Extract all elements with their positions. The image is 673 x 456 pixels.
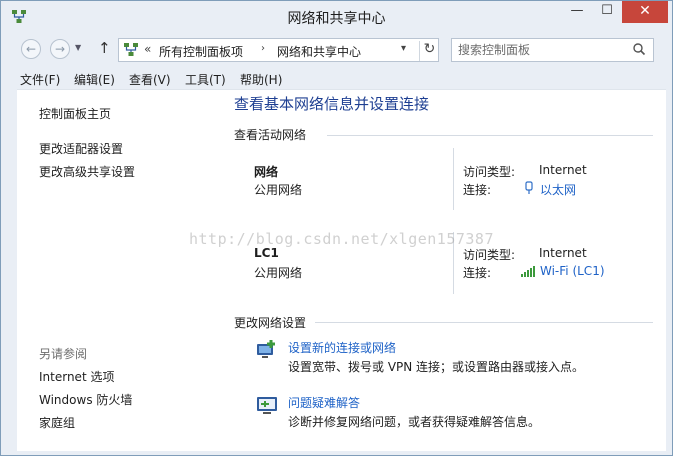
minimize-button[interactable]: — — [562, 1, 592, 23]
menu-bar: 文件(F) 编辑(E) 查看(V) 工具(T) 帮助(H) — [1, 67, 672, 89]
troubleshoot-problems-description: 诊断并修复网络问题，或者获得疑难解答信息。 — [288, 415, 541, 429]
sidebar-item-change-advanced-sharing[interactable]: 更改高级共享设置 — [39, 163, 135, 180]
menu-view[interactable]: 查看(V) — [129, 71, 171, 88]
close-button[interactable]: ✕ — [622, 1, 668, 23]
recent-pages-dropdown-icon[interactable]: ▼ — [75, 43, 81, 52]
section-divider — [327, 135, 653, 136]
up-button[interactable]: ↑ — [98, 39, 111, 57]
network-divider — [453, 148, 454, 210]
breadcrumb-all-control-panel-items[interactable]: 所有控制面板项 — [159, 43, 243, 60]
sidebar-item-windows-firewall[interactable]: Windows 防火墙 — [39, 391, 132, 408]
menu-edit[interactable]: 编辑(E) — [74, 71, 115, 88]
forward-button[interactable]: → — [50, 39, 70, 59]
connections-label: 连接: — [463, 183, 492, 197]
address-box[interactable]: « 所有控制面板项 › 网络和共享中心 ▾ ↻ — [118, 38, 439, 62]
wifi-signal-icon — [521, 266, 535, 277]
network-name: LC1 — [254, 246, 279, 260]
breadcrumb-overflow-chevron[interactable]: « — [144, 42, 151, 56]
navigation-bar: ← → ▼ ↑ « 所有控制面板项 › 网络和共享中心 ▾ ↻ — [1, 33, 672, 65]
control-panel-icon — [124, 43, 138, 56]
network-category-link[interactable]: 公用网络 — [254, 181, 302, 198]
connections-label: 连接: — [463, 266, 492, 280]
network-divider — [453, 232, 454, 294]
network-name: 网络 — [254, 165, 279, 179]
back-button[interactable]: ← — [21, 39, 41, 59]
change-settings-header: 更改网络设置 — [234, 316, 307, 330]
sidebar: 控制面板主页 更改适配器设置 更改高级共享设置 另请参阅 Internet 选项… — [17, 90, 217, 452]
refresh-icon[interactable]: ↻ — [419, 41, 439, 61]
menu-file[interactable]: 文件(F) — [20, 71, 60, 88]
main-panel: 查看基本网络信息并设置连接 查看活动网络 网络 公用网络 访问类型: Inter… — [217, 90, 666, 452]
search-icon[interactable] — [632, 42, 646, 56]
breadcrumb-separator-icon[interactable]: › — [261, 43, 265, 54]
title-bar: 网络和共享中心 — ☐ ✕ — [1, 1, 672, 33]
active-networks-header: 查看活动网络 — [234, 128, 307, 142]
sidebar-item-change-adapter-settings[interactable]: 更改适配器设置 — [39, 140, 123, 157]
access-type-value: Internet — [539, 163, 587, 177]
menu-help[interactable]: 帮助(H) — [240, 71, 282, 88]
maximize-button[interactable]: ☐ — [592, 1, 622, 23]
wifi-connection-link[interactable]: Wi-Fi (LC1) — [540, 264, 605, 278]
search-box[interactable] — [451, 38, 654, 62]
troubleshoot-icon — [257, 397, 277, 414]
address-dropdown-icon[interactable]: ▾ — [401, 43, 406, 54]
window: 网络和共享中心 — ☐ ✕ ← → ▼ ↑ « 所有控制面板项 › 网络和共享中… — [0, 0, 673, 456]
content-area: 控制面板主页 更改适配器设置 更改高级共享设置 另请参阅 Internet 选项… — [17, 89, 666, 451]
menu-tools[interactable]: 工具(T) — [185, 71, 226, 88]
sidebar-item-homegroup[interactable]: 家庭组 — [39, 414, 75, 431]
section-divider — [315, 322, 653, 323]
troubleshoot-problems-link[interactable]: 问题疑难解答 — [288, 394, 360, 411]
sidebar-item-internet-options[interactable]: Internet 选项 — [39, 368, 114, 385]
breadcrumb-network-sharing-center[interactable]: 网络和共享中心 — [277, 43, 361, 60]
access-type-value: Internet — [539, 246, 587, 260]
setup-new-connection-description: 设置宽带、拨号或 VPN 连接；或设置路由器或接入点。 — [288, 360, 585, 374]
search-input[interactable] — [458, 42, 628, 58]
access-type-label: 访问类型: — [463, 165, 516, 179]
see-also-header: 另请参阅 — [39, 347, 88, 361]
page-title: 查看基本网络信息并设置连接 — [234, 95, 430, 113]
access-type-label: 访问类型: — [463, 248, 516, 262]
new-connection-icon — [257, 340, 275, 358]
network-category-link[interactable]: 公用网络 — [254, 264, 302, 281]
setup-new-connection-link[interactable]: 设置新的连接或网络 — [288, 339, 396, 356]
ethernet-icon — [525, 181, 533, 194]
sidebar-item-control-panel-home[interactable]: 控制面板主页 — [39, 105, 111, 122]
ethernet-connection-link[interactable]: 以太网 — [540, 181, 576, 198]
